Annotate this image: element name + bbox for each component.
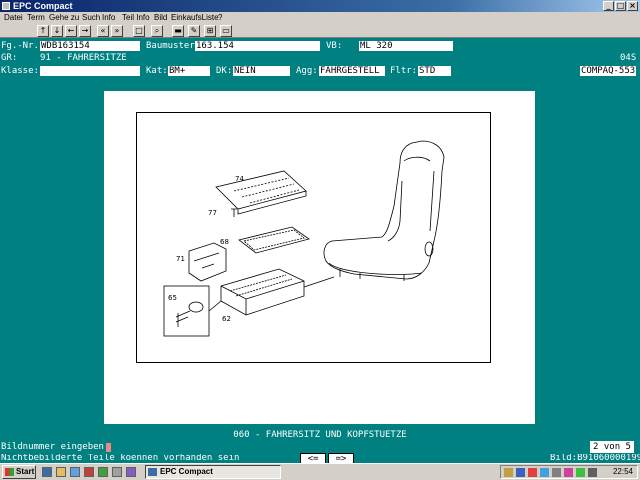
klasse-field[interactable] — [40, 66, 140, 76]
part-74-cushion — [215, 170, 307, 210]
menu-teil-info[interactable]: Teil Info — [122, 12, 150, 24]
kat-label: Kat: — [146, 66, 168, 76]
header-row-3: Klasse: Kat: BM+ DK: NEIN Agg: FAHRGESTE… — [0, 66, 640, 77]
gr-label: GR: — [1, 53, 18, 63]
tray-volume-icon[interactable] — [588, 468, 597, 477]
minimize-button[interactable]: _ — [603, 1, 614, 11]
tray-antivirus-icon[interactable] — [528, 468, 537, 477]
windows-logo-icon — [5, 468, 14, 476]
taskbar: Start EPC Compact 22:54 — [0, 463, 640, 480]
toolbar: ↑ ↓ ← → « » □ ⌕ ▬ ✎ ⊞ ▭ — [0, 24, 640, 38]
arrow-right-icon[interactable]: → — [79, 25, 91, 37]
quicklaunch-app3-icon[interactable] — [112, 467, 122, 477]
tray-update-icon[interactable] — [576, 468, 585, 477]
label-62: 62 — [222, 315, 231, 323]
start-button[interactable]: Start — [2, 465, 36, 479]
label-68: 68 — [220, 238, 229, 246]
arrow-down-icon[interactable]: ↓ — [51, 25, 63, 37]
baumuster-label: Baumuster: — [146, 41, 201, 51]
drawing-panel[interactable]: 74 77 68 71 65 62 — [104, 91, 535, 424]
menu-datei[interactable]: Datei — [4, 12, 23, 24]
quicklaunch-ie-icon[interactable] — [70, 467, 80, 477]
dk-field[interactable]: NEIN — [233, 66, 290, 76]
part-68-frame — [238, 226, 310, 254]
fltr-label: Fltr: — [390, 66, 418, 76]
baumuster-field[interactable]: 163.154 — [195, 41, 320, 51]
bild-number: Bild:B91060000199 — [550, 454, 640, 463]
search-icon[interactable]: ⌕ — [151, 25, 163, 37]
tray-messenger-icon[interactable] — [540, 468, 549, 477]
truck-icon[interactable]: ▭ — [220, 25, 232, 37]
gr-value: 91 - FAHRERSITZE — [40, 53, 127, 63]
menu-term[interactable]: Term — [27, 12, 45, 24]
tray-app-icon[interactable] — [552, 468, 561, 477]
maximize-button[interactable]: □ — [615, 1, 626, 11]
agg-label: Agg: — [296, 66, 318, 76]
klasse-label: Klasse: — [1, 66, 39, 76]
double-left-icon[interactable]: « — [97, 25, 109, 37]
part-62-tray — [220, 268, 305, 316]
clock: 22:54 — [612, 467, 633, 476]
menu-bild[interactable]: Bild — [154, 12, 167, 24]
header-row-2: GR: 91 - FAHRERSITZE 04S — [0, 53, 640, 64]
agg-field[interactable]: FAHRGESTELL — [319, 66, 385, 76]
kat-field[interactable]: BM+ — [168, 66, 210, 76]
car-icon[interactable]: ▬ — [172, 25, 184, 37]
exploded-view-drawing: 74 77 68 71 65 62 — [163, 140, 445, 337]
seat-base — [328, 262, 423, 281]
double-right-icon[interactable]: » — [111, 25, 123, 37]
tray-t-icon[interactable] — [564, 468, 573, 477]
label-71: 71 — [176, 255, 185, 263]
label-74: 74 — [235, 175, 244, 183]
system-tray: 22:54 — [500, 465, 638, 479]
menu-einkaufsliste[interactable]: EinkaufsListe — [171, 12, 219, 24]
fg-field[interactable]: WDB163154 — [40, 41, 140, 51]
close-button[interactable]: × — [627, 1, 638, 11]
quicklaunch-app4-icon[interactable] — [126, 467, 136, 477]
pencil-icon[interactable]: ✎ — [188, 25, 200, 37]
box-icon[interactable]: □ — [133, 25, 145, 37]
vb-label: VB: — [326, 41, 343, 51]
arrow-left-icon[interactable]: ← — [65, 25, 77, 37]
fltr-field[interactable]: STD — [418, 66, 451, 76]
station-field: COMPAQ-5537 — [580, 66, 636, 76]
app-icon — [2, 2, 10, 10]
cart-icon[interactable]: ⊞ — [204, 25, 216, 37]
quicklaunch-explorer-icon[interactable] — [56, 467, 66, 477]
menu-such[interactable]: Such — [82, 12, 100, 24]
code-right: 04S — [620, 53, 637, 63]
quicklaunch-app-icon[interactable] — [84, 467, 94, 477]
menu-bar: Datei Term Gehe zu Such Info Teil Info B… — [0, 12, 640, 24]
label-65: 65 — [168, 294, 177, 302]
drawing-caption: 060 - FAHRERSITZ UND KOPFSTUETZE — [233, 430, 407, 440]
window-title: EPC Compact — [13, 1, 73, 11]
info-message: Nichtbebilderte Teile koennen vorhanden … — [1, 454, 240, 463]
menu-info[interactable]: Info — [102, 12, 115, 24]
label-77: 77 — [208, 209, 217, 217]
arrow-up-icon[interactable]: ↑ — [37, 25, 49, 37]
menu-gehe-zu[interactable]: Gehe zu — [49, 12, 79, 24]
header-row-1: Fg.-Nr.: WDB163154 Baumuster: 163.154 VB… — [0, 41, 640, 52]
seat-outline — [323, 140, 445, 280]
part-77-screw — [231, 208, 237, 217]
menu-help[interactable]: ? — [218, 12, 222, 24]
dk-label: DK: — [216, 66, 233, 76]
title-bar: EPC Compact _ □ × — [0, 0, 640, 12]
epc-task-icon — [148, 468, 157, 476]
fg-label: Fg.-Nr.: — [1, 41, 45, 51]
vb-field[interactable]: ML 320 — [359, 41, 453, 51]
part-71-cover — [188, 242, 227, 282]
taskbar-epc-compact[interactable]: EPC Compact — [145, 465, 281, 479]
prompt-row: Bildnummer eingeben: — [0, 442, 640, 453]
bildnummer-label: Bildnummer eingeben: — [1, 442, 110, 452]
tray-network-icon[interactable] — [504, 468, 513, 477]
quicklaunch-app2-icon[interactable] — [98, 467, 108, 477]
tray-monitor-icon[interactable] — [516, 468, 525, 477]
bildnummer-input[interactable] — [106, 443, 111, 452]
quicklaunch-desktop-icon[interactable] — [42, 467, 52, 477]
page-indicator: 2 von 5 — [590, 441, 634, 453]
